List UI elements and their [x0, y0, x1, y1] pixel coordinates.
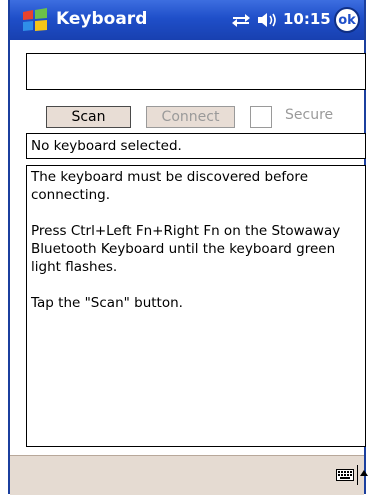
secure-label: Secure — [285, 107, 334, 123]
keyboard-list-box[interactable] — [26, 53, 366, 90]
menu-bar — [10, 455, 368, 495]
secure-checkbox[interactable] — [250, 106, 272, 128]
scan-label: Scan — [71, 109, 106, 125]
keyboard-icon[interactable] — [336, 469, 354, 481]
instruction-paragraph: Tap the "Scan" button. — [31, 295, 183, 311]
connect-button[interactable]: Connect — [146, 106, 235, 128]
scan-button[interactable]: Scan — [46, 106, 131, 128]
windows-flag-icon[interactable] — [20, 6, 50, 34]
status-label: No keyboard selected. — [31, 138, 182, 154]
connectivity-icon[interactable] — [231, 12, 251, 28]
app-screen: Keyboard 10:15 ok Scan Connect Secure No… — [8, 0, 368, 495]
volume-icon[interactable] — [256, 11, 278, 29]
clock[interactable]: 10:15 — [283, 10, 331, 28]
status-text: No keyboard selected. — [26, 133, 366, 159]
instruction-paragraph: Press Ctrl+Left Fn+Right Fn on the Stowa… — [31, 223, 341, 275]
sip-divider — [357, 465, 358, 485]
instruction-paragraph: The keyboard must be discovered before c… — [31, 169, 308, 203]
arrow-up-icon[interactable] — [360, 470, 368, 476]
window-title: Keyboard — [56, 9, 148, 29]
title-bar: Keyboard 10:15 ok — [10, 0, 364, 40]
instructions-box: The keyboard must be discovered before c… — [26, 165, 366, 447]
connect-label: Connect — [161, 109, 220, 125]
ok-button[interactable]: ok — [334, 7, 360, 33]
ok-label: ok — [338, 12, 356, 28]
